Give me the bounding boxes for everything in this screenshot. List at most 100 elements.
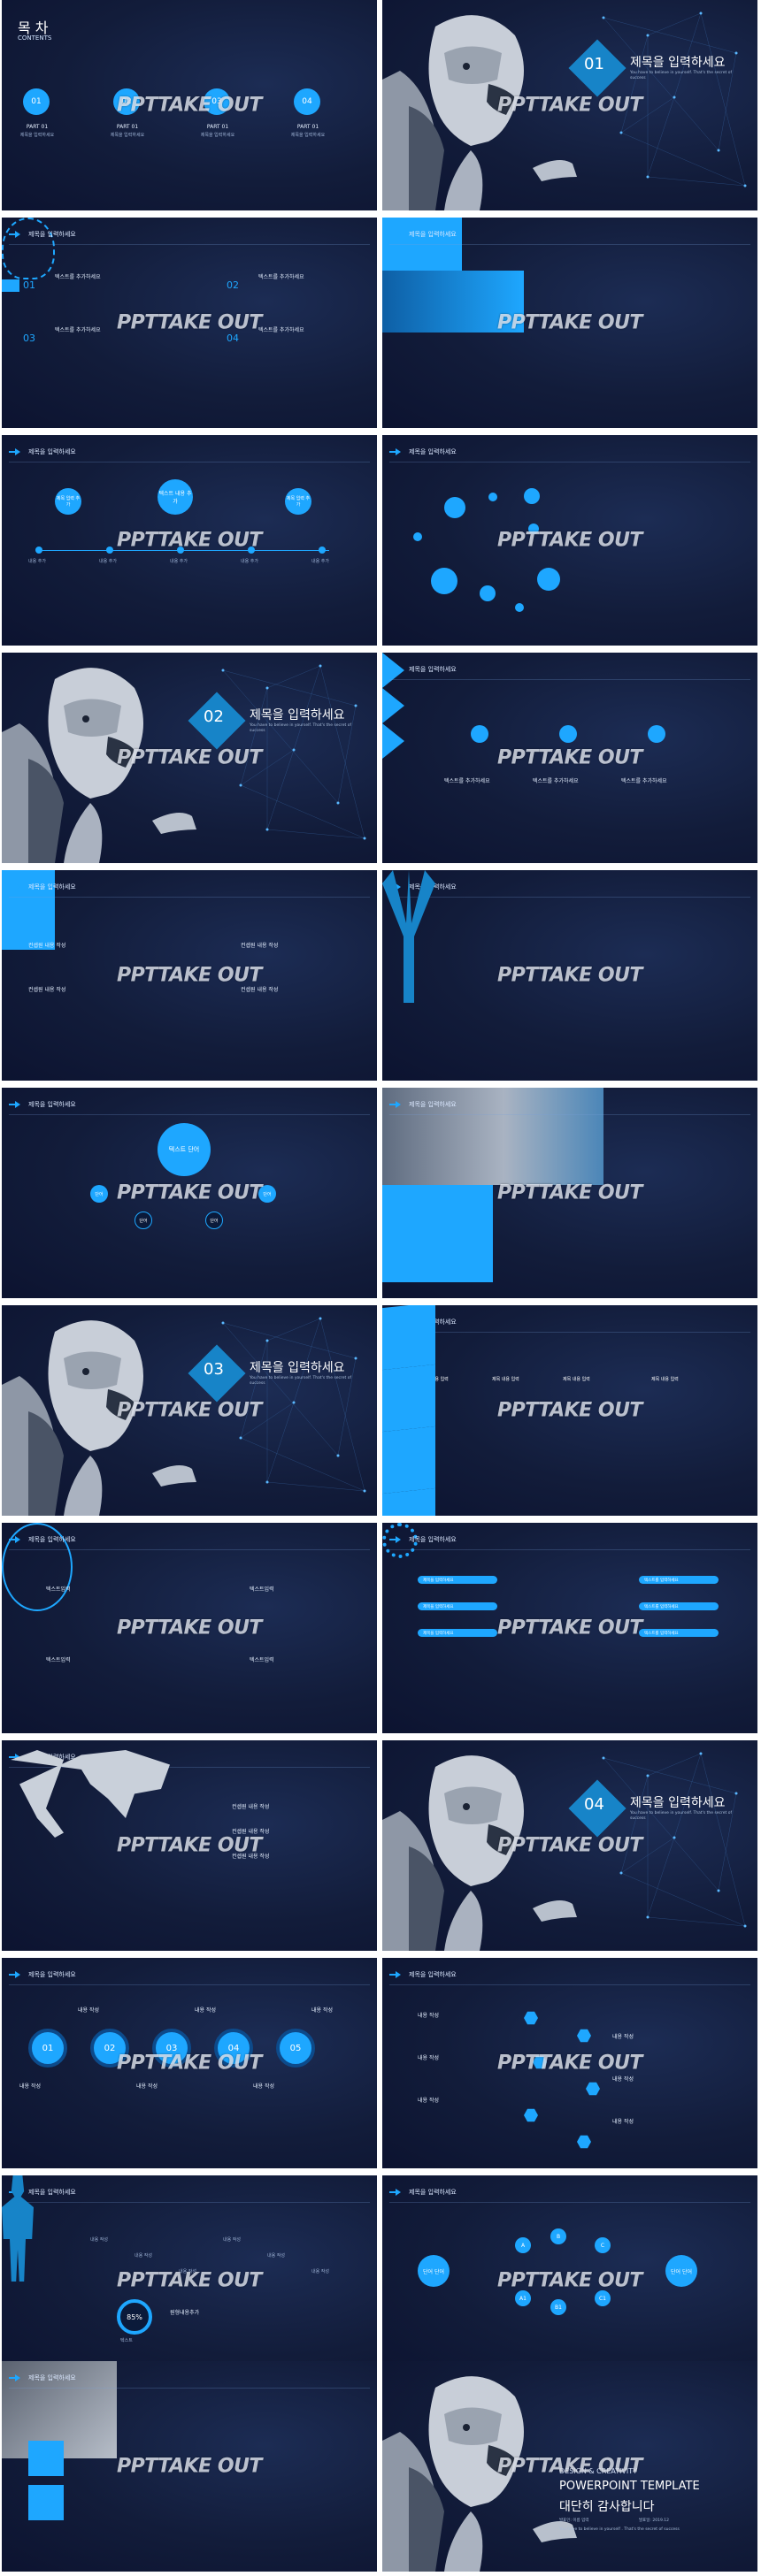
world-map — [11, 1750, 170, 1838]
slide-17-world-map[interactable]: 제목을 입력하세요컨셉원 내용 작성컨셉원 내용 작성컨셉원 내용 작성PPTT… — [2, 1740, 377, 1951]
thanks-message: 대단히 감사합니다 — [559, 2500, 655, 2514]
watermark: PPTTAKE OUT — [117, 1181, 262, 1204]
ring-label: 내용 작성 — [195, 2007, 216, 2014]
slide-section-02[interactable]: 02 제목을 입력하세요 You have to believe in yourse… — [2, 653, 377, 863]
watermark: PPTTAKE OUT — [497, 94, 642, 117]
ring-number[interactable]: 05 — [276, 2029, 315, 2068]
bulb-label: 텍스트를 추가하세요 — [55, 274, 101, 280]
ring-label: 내용 작성 — [311, 2007, 333, 2014]
slide-20-hex-zigzag[interactable]: 제목을 입력하세요 내용 작성 내용 작성 내용 작성 내용 작성 내용 작성 내용 작성 P… — [382, 1958, 757, 2168]
icon-bubble — [413, 532, 422, 541]
slide-9-puzzle[interactable]: 제목을 입력하세요 컨셉원 내용 작성 컨셉원 내용 작성 컨셉원 내용 작성 컨셉원 … — [2, 870, 377, 1081]
slide-8-triangles[interactable]: 제목을 입력하세요 텍스트를 추가하세요 텍스트를 추가하세요 텍스트를 추가하세요 P… — [382, 653, 757, 863]
left-pill[interactable]: 제목을 입력하세요 — [418, 1576, 497, 1584]
network-node[interactable]: A1 — [515, 2290, 531, 2306]
ring-number[interactable]: 01 — [28, 2029, 67, 2068]
network-node[interactable]: C — [595, 2237, 611, 2253]
slide-contents[interactable]: 목 차 CONTENTS 01 PART 01 제목을 입력하세요 02 PART 01… — [2, 0, 377, 210]
watermark: PPTTAKE OUT — [117, 2455, 262, 2478]
slide-header: 제목을 입력하세요 — [389, 447, 457, 456]
slide-6-icon-bubbles[interactable]: 제목을 입력하세요 PPTTAKE OUT — [382, 435, 757, 646]
arrow-icon — [389, 2189, 402, 2196]
watermark: PPTTAKE OUT — [117, 529, 262, 552]
cycle-label: 텍스트입력 — [250, 1657, 274, 1663]
hex-node — [524, 2108, 538, 2122]
puzzle-label: 컨셉원 내용 작성 — [241, 943, 279, 949]
slide-19-rings[interactable]: 제목을 입력하세요 01 02 03 04 05 내용 작성 내용 작성 내용 작성 내용 작성 내… — [2, 1958, 377, 2168]
header-divider — [9, 897, 370, 898]
slide-3-bulb[interactable]: 제목을 입력하세요 01 텍스트를 추가하세요 02 텍스트를 추가하세요 03 텍스트를 … — [2, 218, 377, 428]
top-circle[interactable]: 텍스트 내용 추가 — [158, 479, 193, 515]
play-icon — [471, 725, 488, 743]
contents-desc: 제목을 입력하세요 — [290, 133, 326, 138]
word-circle[interactable]: 단어 — [205, 1212, 223, 1229]
slide-header-title: 제목을 입력하세요 — [409, 2189, 457, 2196]
watermark: PPTTAKE OUT — [497, 311, 642, 334]
watermark: PPTTAKE OUT — [497, 1834, 642, 1857]
watermark: PPTTAKE OUT — [117, 2269, 262, 2292]
bulb-base-icon — [2, 279, 19, 292]
hex-node — [524, 2011, 538, 2025]
slide-4-robot-card[interactable]: 제목을 입력하세요 PPTTAKE OUT — [382, 218, 757, 428]
left-node[interactable]: 단어 단어 — [418, 2255, 450, 2287]
slide-section-04[interactable]: 04 제목을 입력하세요 You have to believe in yourse… — [382, 1740, 757, 1951]
icon-bubble — [444, 497, 465, 518]
slide-10-tree[interactable]: 제목을 입력하세요 PPTTAKE OUT — [382, 870, 757, 1081]
left-pill[interactable]: 제목을 입력하세요 — [418, 1602, 497, 1610]
center-circle[interactable]: 텍스트 단어 — [158, 1123, 211, 1176]
cycle-label: 텍스트입력 — [250, 1586, 274, 1593]
contents-part-label: PART 01 — [296, 124, 319, 130]
slide-section-03[interactable]: 03 제목을 입력하세요 You have to believe in yourse… — [2, 1305, 377, 1516]
word-circle[interactable]: 단어 — [90, 1185, 108, 1203]
arrow-icon — [9, 883, 21, 891]
triangle-icon — [382, 688, 404, 723]
slide-12-handshake[interactable]: 제목을 입력하세요 PPTTAKE OUT — [382, 1088, 757, 1298]
section-number: 01 — [584, 55, 604, 73]
arrow-icon — [9, 231, 21, 238]
watermark: PPTTAKE OUT — [497, 2269, 642, 2292]
slide-14-panels[interactable]: 제목을 입력하세요제목 내용 입력제목 내용 입력제목 내용 입력제목 내용 입… — [382, 1305, 757, 1516]
slide-header-title: 제목을 입력하세요 — [409, 1971, 457, 1978]
contents-circle-04[interactable]: 04 — [294, 88, 320, 115]
slide-16-gear-pills[interactable]: 제목을 입력하세요 제목을 입력하세요 제목을 입력하세요 제목을 입력하세요 텍스트를… — [382, 1523, 757, 1733]
word-circle[interactable]: 단어 — [135, 1212, 152, 1229]
contents-circle-01[interactable]: 01 — [23, 88, 50, 115]
contents-part-label: PART 01 — [26, 124, 49, 130]
right-pill[interactable]: 텍스트를 입력하세요 — [639, 1602, 719, 1610]
slide-22-network[interactable]: 제목을 입력하세요단어 단어 단어 단어 A B C A1 B1 C1 PPTTAKE OUT — [382, 2175, 757, 2386]
network-label: 내용 작성 — [135, 2253, 152, 2259]
slide-24-thanks[interactable]: DESIGN & CREATIVITY POWERPOINT TEMPLATE 대단… — [382, 2361, 757, 2572]
slide-section-01[interactable]: 01 제목을 입력하세요 You have to believe in yourse… — [382, 0, 757, 210]
timeline-label: 내용 추가 — [99, 559, 117, 564]
slide-21-person-network[interactable]: 제목을 입력하세요 85% 텍스트 원형내용추가 내용 작성 내용 작성 내용 작성 내용 작… — [2, 2175, 377, 2386]
contents-subtitle: CONTENTS — [18, 34, 52, 42]
right-node[interactable]: 단어 단어 — [665, 2255, 697, 2287]
right-pill[interactable]: 텍스트를 입력하세요 — [639, 1576, 719, 1584]
network-node[interactable]: B1 — [550, 2299, 566, 2315]
section-title: 제목을 입력하세요 — [250, 1361, 345, 1375]
panel-label: 제목 내용 입력 — [563, 1377, 590, 1382]
section-number: 02 — [204, 707, 224, 726]
network-node[interactable]: A — [515, 2237, 531, 2253]
right-pill[interactable]: 텍스트를 입력하세요 — [639, 1629, 719, 1637]
right-circle[interactable]: 제목 입력 추가 — [285, 488, 311, 515]
network-node[interactable]: B — [550, 2228, 566, 2244]
hex-label: 내용 작성 — [418, 2013, 439, 2019]
network-node[interactable]: C1 — [595, 2290, 611, 2306]
header-divider — [389, 244, 750, 245]
left-pill[interactable]: 제목을 입력하세요 — [418, 1629, 497, 1637]
icon-bubble — [524, 488, 540, 504]
slide-11-arc[interactable]: 제목을 입력하세요 텍스트 단어 단어 단어 단어 단어 PPTTAKE OUT — [2, 1088, 377, 1298]
hex-label: 내용 작성 — [612, 2119, 634, 2125]
section-subtitle: You have to believe in yourself. That's … — [250, 723, 352, 733]
left-circle[interactable]: 제목 입력 추가 — [55, 488, 81, 515]
slide-15-cycle[interactable]: 제목을 입력하세요 텍스트입력 텍스트입력 텍스트입력 텍스트입력 PPTTAKE OUT — [2, 1523, 377, 1733]
slide-5-hierarchy[interactable]: 제목을 입력하세요 텍스트 내용 추가 제목 입력 추가 제목 입력 추가 내용 추가 내… — [2, 435, 377, 646]
header-divider — [9, 244, 370, 245]
section-number: 03 — [204, 1360, 224, 1379]
timeline-label: 내용 추가 — [28, 559, 46, 564]
header-divider — [389, 679, 750, 680]
slide-23-blocks[interactable]: 제목을 입력하세요 PPTTAKE OUT — [2, 2361, 377, 2572]
arrow-icon — [9, 2374, 21, 2381]
triangle-label: 텍스트를 추가하세요 — [444, 778, 490, 784]
